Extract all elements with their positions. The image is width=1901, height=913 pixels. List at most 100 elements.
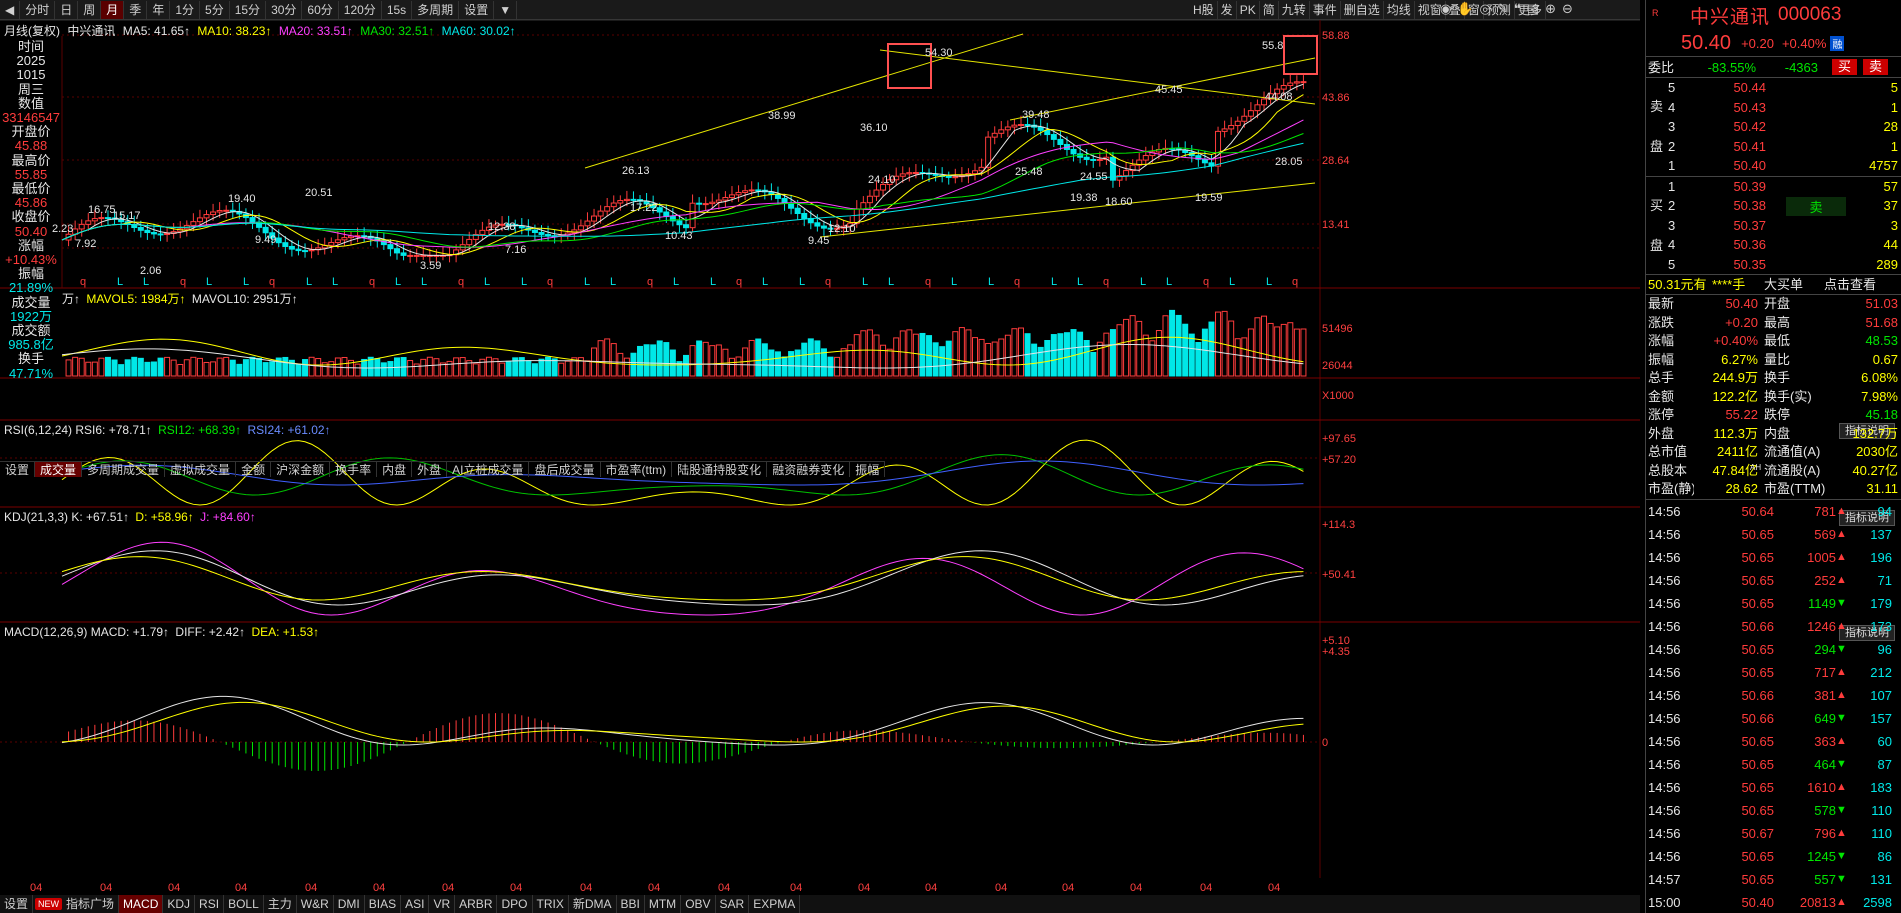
volume-bar[interactable] bbox=[597, 340, 604, 377]
indicator-tab[interactable]: ASI bbox=[401, 895, 430, 913]
volume-bar[interactable] bbox=[610, 343, 617, 377]
volume-bar[interactable] bbox=[216, 357, 223, 377]
volume-bar[interactable] bbox=[551, 358, 558, 377]
candle-body[interactable] bbox=[400, 252, 407, 256]
settings-tab[interactable]: 设置 bbox=[0, 895, 34, 913]
indicator-tab[interactable]: TRIX bbox=[533, 895, 569, 913]
volume-tab[interactable]: 多周期成交量 bbox=[82, 462, 166, 477]
volume-bar[interactable] bbox=[472, 363, 479, 377]
candle-body[interactable] bbox=[210, 211, 217, 216]
candle-body[interactable] bbox=[1247, 110, 1254, 117]
ask-row[interactable]: 3 50.42 28 bbox=[1646, 117, 1901, 137]
volume-bar[interactable] bbox=[111, 359, 118, 377]
candle-body[interactable] bbox=[1241, 115, 1248, 122]
volume-bar[interactable] bbox=[98, 357, 105, 377]
candle-body[interactable] bbox=[479, 229, 486, 236]
candle-body[interactable] bbox=[728, 194, 735, 199]
volume-bar[interactable] bbox=[998, 338, 1005, 377]
candle-body[interactable] bbox=[282, 242, 289, 247]
indicator-tab[interactable]: MTM bbox=[645, 895, 682, 913]
candle-body[interactable] bbox=[683, 224, 689, 229]
candle-body[interactable] bbox=[466, 238, 473, 246]
volume-bar[interactable] bbox=[131, 356, 138, 377]
volume-bar[interactable] bbox=[341, 356, 348, 377]
volume-bar[interactable] bbox=[1228, 320, 1235, 377]
volume-tab[interactable]: 成交量 bbox=[35, 462, 83, 477]
candle-body[interactable] bbox=[1057, 138, 1064, 145]
volume-bar[interactable] bbox=[728, 357, 735, 377]
candle-body[interactable] bbox=[899, 173, 906, 177]
candle-body[interactable] bbox=[190, 221, 197, 226]
candle-body[interactable] bbox=[308, 249, 315, 252]
volume-bar[interactable] bbox=[380, 362, 387, 377]
candle-body[interactable] bbox=[722, 197, 729, 201]
volume-bar[interactable] bbox=[1234, 338, 1241, 377]
volume-bar[interactable] bbox=[558, 362, 565, 377]
volume-bar[interactable] bbox=[972, 337, 979, 377]
volume-bar[interactable] bbox=[538, 358, 545, 377]
volume-bar[interactable] bbox=[236, 363, 243, 377]
volume-bar[interactable] bbox=[282, 356, 289, 377]
candle-body[interactable] bbox=[1201, 158, 1208, 164]
volume-bar[interactable] bbox=[873, 334, 880, 377]
candle-body[interactable] bbox=[1215, 130, 1222, 167]
volume-bar[interactable] bbox=[531, 363, 538, 377]
volume-bar[interactable] bbox=[190, 356, 197, 377]
volume-bar[interactable] bbox=[774, 351, 781, 377]
volume-bar[interactable] bbox=[1261, 315, 1268, 377]
indicator-tab[interactable]: VR bbox=[429, 895, 456, 913]
volume-bar[interactable] bbox=[1188, 333, 1195, 377]
volume-bar[interactable] bbox=[1293, 328, 1300, 377]
volume-tab[interactable]: 陆股通持股变化 bbox=[672, 462, 768, 477]
candle-body[interactable] bbox=[630, 198, 637, 201]
candle-body[interactable] bbox=[702, 203, 709, 206]
volume-bar[interactable] bbox=[229, 359, 236, 377]
volume-bar[interactable] bbox=[137, 357, 144, 377]
candle-body[interactable] bbox=[78, 223, 85, 230]
indicator-tab[interactable]: EXPMA bbox=[749, 895, 801, 913]
candle-body[interactable] bbox=[972, 170, 979, 175]
candle-body[interactable] bbox=[1280, 85, 1287, 90]
volume-bar[interactable] bbox=[584, 360, 591, 377]
bid-row[interactable]: 2 50.38 37 bbox=[1646, 196, 1901, 216]
candle-body[interactable] bbox=[696, 202, 703, 205]
volume-bar[interactable] bbox=[1175, 314, 1182, 377]
bid-row[interactable]: 3 50.37 3 bbox=[1646, 216, 1901, 236]
candle-body[interactable] bbox=[157, 233, 164, 236]
candle-body[interactable] bbox=[604, 206, 611, 212]
volume-bar[interactable] bbox=[525, 360, 532, 377]
volume-bar[interactable] bbox=[755, 338, 762, 377]
candle-body[interactable] bbox=[164, 232, 171, 235]
volume-bar[interactable] bbox=[1129, 315, 1136, 377]
candle-body[interactable] bbox=[597, 210, 604, 217]
volume-bar[interactable] bbox=[617, 352, 624, 377]
candle-body[interactable] bbox=[912, 172, 919, 175]
candle-body[interactable] bbox=[689, 202, 696, 229]
candle-body[interactable] bbox=[932, 173, 939, 176]
volume-bar[interactable] bbox=[1083, 340, 1090, 377]
candle-body[interactable] bbox=[137, 227, 144, 231]
indicator-tab[interactable]: BBI bbox=[617, 895, 645, 913]
volume-tab[interactable]: 盘后成交量 bbox=[529, 462, 601, 477]
volume-bar[interactable] bbox=[1096, 341, 1103, 377]
volume-bar[interactable] bbox=[1017, 327, 1024, 377]
volume-bar[interactable] bbox=[696, 340, 703, 377]
volume-bar[interactable] bbox=[965, 329, 972, 377]
volume-bar[interactable] bbox=[545, 356, 552, 377]
volume-bar[interactable] bbox=[899, 330, 906, 377]
volume-bar[interactable] bbox=[374, 358, 381, 377]
volume-bar[interactable] bbox=[78, 357, 85, 377]
candle-body[interactable] bbox=[794, 207, 801, 214]
candle-body[interactable] bbox=[755, 189, 762, 192]
volume-bar[interactable] bbox=[1287, 322, 1294, 377]
volume-bar[interactable] bbox=[1195, 342, 1202, 377]
volume-bar[interactable] bbox=[1254, 317, 1261, 377]
volume-bar[interactable] bbox=[426, 356, 433, 377]
candle-body[interactable] bbox=[288, 245, 295, 250]
candle-body[interactable] bbox=[1070, 148, 1077, 155]
candle-body[interactable] bbox=[98, 217, 105, 220]
volume-bar[interactable] bbox=[1208, 321, 1215, 377]
volume-bar[interactable] bbox=[1201, 328, 1208, 377]
volume-bar[interactable] bbox=[801, 342, 808, 377]
volume-bar[interactable] bbox=[150, 361, 157, 377]
